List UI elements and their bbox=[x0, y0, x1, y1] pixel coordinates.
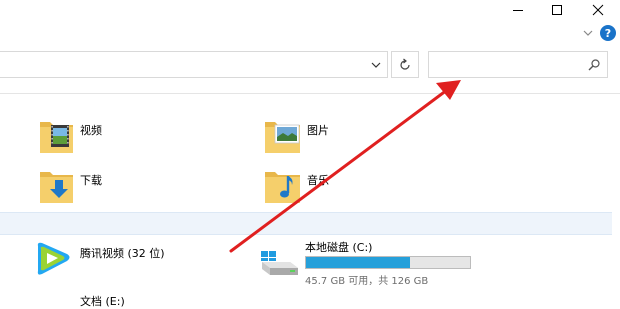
refresh-button[interactable] bbox=[391, 51, 419, 78]
devices-group-header[interactable] bbox=[0, 212, 612, 235]
expand-ribbon-button[interactable] bbox=[581, 26, 595, 40]
maximize-icon bbox=[552, 5, 562, 15]
minimize-button[interactable] bbox=[498, 0, 538, 20]
address-bar[interactable] bbox=[0, 51, 388, 78]
folder-item-pictures[interactable]: 图片 bbox=[263, 116, 329, 156]
refresh-icon bbox=[400, 58, 410, 70]
folder-item-downloads[interactable]: 下载 bbox=[38, 166, 102, 206]
drive-free-space-text: 45.7 GB 可用，共 126 GB bbox=[305, 276, 429, 287]
ribbon-strip bbox=[0, 20, 620, 46]
device-label: 腾讯视频 (32 位) bbox=[80, 247, 165, 260]
music-folder-icon bbox=[265, 172, 300, 203]
device-item-local-disk-c[interactable] bbox=[258, 248, 300, 281]
folder-label: 视频 bbox=[80, 124, 102, 137]
scrollbar-track[interactable] bbox=[612, 94, 620, 309]
downloads-folder-icon bbox=[40, 172, 73, 203]
folder-label: 图片 bbox=[307, 124, 329, 137]
help-icon: ? bbox=[604, 26, 612, 40]
folder-label: 下载 bbox=[80, 174, 102, 187]
search-box[interactable] bbox=[428, 51, 608, 78]
pictures-folder-icon bbox=[265, 122, 300, 153]
drive-usage-bar bbox=[305, 256, 471, 269]
folder-label: 音乐 bbox=[307, 174, 329, 187]
maximize-button[interactable] bbox=[537, 0, 577, 20]
close-button[interactable] bbox=[578, 0, 618, 20]
chevron-down-icon bbox=[583, 30, 593, 36]
close-icon bbox=[592, 4, 604, 16]
videos-folder-icon bbox=[40, 122, 73, 153]
device-label: 本地磁盘 (C:) bbox=[305, 241, 373, 254]
search-input[interactable] bbox=[431, 54, 585, 76]
toolbar-divider bbox=[0, 93, 620, 94]
help-button[interactable]: ? bbox=[600, 25, 616, 41]
device-label-documents-e[interactable]: 文档 (E:) bbox=[80, 293, 125, 309]
local-disk-icon bbox=[261, 251, 298, 275]
search-icon[interactable] bbox=[586, 57, 602, 73]
folder-item-videos[interactable]: 视频 bbox=[38, 116, 102, 156]
minimize-icon bbox=[513, 10, 523, 11]
annotation-arrow-head bbox=[436, 80, 461, 100]
address-history-dropdown[interactable] bbox=[368, 57, 384, 73]
folder-item-music[interactable]: 音乐 bbox=[263, 166, 329, 206]
drive-usage-fill bbox=[306, 257, 411, 268]
tencent-video-icon bbox=[37, 242, 70, 275]
chevron-down-icon bbox=[371, 62, 381, 68]
device-item-tencent-video[interactable]: 腾讯视频 (32 位) bbox=[32, 238, 165, 280]
